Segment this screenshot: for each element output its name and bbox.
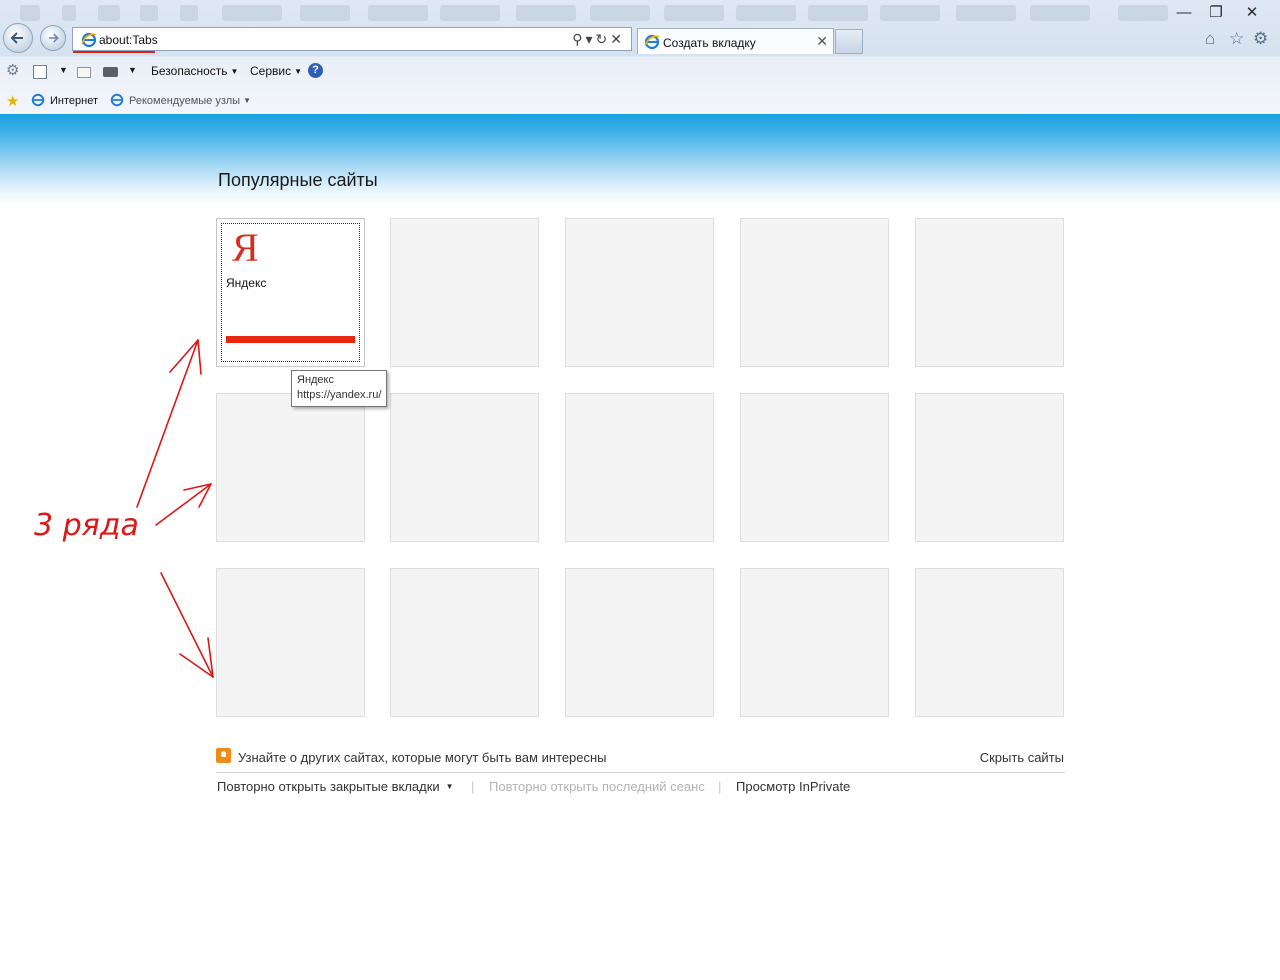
mail-icon[interactable] [77, 67, 91, 78]
back-button[interactable] [3, 23, 33, 53]
service-label: Сервис [250, 64, 292, 78]
inprivate-link[interactable]: Просмотр InPrivate [736, 779, 850, 794]
taskbar-strip [0, 0, 1280, 26]
close-tab-icon[interactable]: ✕ [816, 33, 828, 50]
tab-label: Создать вкладку [663, 36, 756, 50]
empty-tile[interactable] [915, 568, 1064, 717]
discover-bar: Узнайте о других сайтах, которые могут б… [216, 748, 1065, 773]
reopen-tabs-link[interactable]: Повторно открыть закрытые вкладки ▼ [217, 779, 454, 794]
annotation-arrow-middle [155, 483, 212, 526]
new-tab-button[interactable] [835, 29, 863, 54]
ie-link-icon [31, 93, 45, 107]
empty-tile[interactable] [740, 568, 889, 717]
recommended-label: Рекомендуемые узлы [129, 95, 241, 107]
header-gradient [0, 114, 1280, 204]
lightbulb-icon [216, 748, 231, 763]
ie-tab-icon [644, 34, 660, 50]
annotation-arrow-up [136, 339, 199, 508]
back-arrow-icon [10, 32, 23, 44]
help-icon[interactable]: ? [308, 63, 323, 78]
empty-tile[interactable] [390, 393, 539, 542]
yandex-logo: Я [232, 225, 259, 270]
annotation-arrow-down [160, 572, 214, 678]
tooltip-title: Яндекс [297, 374, 334, 386]
settings-gear-icon[interactable]: ⚙ [1253, 29, 1268, 49]
empty-tile[interactable] [740, 393, 889, 542]
address-tools[interactable]: ⚲▾↻✕ [572, 31, 625, 48]
site-tile-yandex[interactable]: Я Яндекс [216, 218, 365, 367]
minimize-button[interactable]: — [1173, 4, 1195, 22]
empty-tile[interactable] [390, 568, 539, 717]
favorites-star-icon[interactable]: ☆ [1229, 29, 1244, 49]
empty-tile[interactable] [565, 568, 714, 717]
security-menu[interactable]: Безопасность ▼ [151, 64, 238, 78]
ie-link-icon [110, 93, 124, 107]
reopen-tabs-label: Повторно открыть закрытые вкладки [217, 779, 440, 794]
site-color-bar [226, 336, 355, 343]
favorites-bar: ★ Интернет Рекомендуемые узлы ▼ [0, 90, 1280, 112]
command-bar: ⚙ ▼ ▼ Безопасность ▼ Сервис ▼ ? [0, 60, 1280, 82]
reopen-session-link: Повторно открыть последний сеанс [489, 779, 705, 794]
address-bar[interactable]: about:Tabs ⚲▾↻✕ [72, 27, 632, 53]
gear-icon[interactable]: ⚙ [6, 61, 21, 79]
annotation-text: 3 ряда [34, 508, 139, 543]
restore-button[interactable]: ❐ [1205, 4, 1227, 22]
empty-tile[interactable] [915, 393, 1064, 542]
tile-tooltip: Яндекс https://yandex.ru/ [291, 370, 388, 407]
rss-feed-icon[interactable] [33, 65, 47, 79]
print-icon[interactable] [103, 67, 118, 77]
empty-tile[interactable] [216, 393, 365, 542]
tooltip-url: https://yandex.ru/ [297, 389, 382, 401]
site-name: Яндекс [226, 276, 267, 290]
rss-dropdown-icon[interactable]: ▼ [59, 65, 74, 80]
favorite-recommended[interactable]: Рекомендуемые узлы ▼ [129, 95, 251, 107]
footer-separator: | [471, 779, 475, 794]
forward-arrow-icon [49, 33, 59, 43]
address-underline [73, 51, 155, 53]
discover-sites-link[interactable]: Узнайте о других сайтах, которые могут б… [238, 750, 607, 765]
tab-new-tab[interactable]: Создать вкладку ✕ [637, 28, 834, 54]
empty-tile[interactable] [390, 218, 539, 367]
footer-separator: | [718, 779, 722, 794]
print-dropdown-icon[interactable]: ▼ [128, 65, 143, 80]
browser-chrome: — ❐ ✕ about:Tabs ⚲▾↻✕ Создать вкладку ✕ … [0, 0, 1280, 114]
favorite-internet[interactable]: Интернет [50, 95, 98, 107]
address-text: about:Tabs [99, 33, 158, 47]
empty-tile[interactable] [565, 218, 714, 367]
service-menu[interactable]: Сервис ▼ [250, 64, 302, 78]
close-window-button[interactable]: ✕ [1241, 4, 1263, 22]
empty-tile[interactable] [915, 218, 1064, 367]
favorites-add-icon[interactable]: ★ [6, 92, 21, 110]
page-title: Популярные сайты [218, 170, 378, 190]
empty-tile[interactable] [565, 393, 714, 542]
hide-sites-link[interactable]: Скрыть сайты [980, 750, 1064, 765]
tile-focus-outline: Я Яндекс [221, 223, 360, 362]
ie-page-icon [81, 32, 97, 48]
security-label: Безопасность [151, 64, 228, 78]
home-icon[interactable]: ⌂ [1205, 29, 1215, 49]
forward-button[interactable] [40, 25, 66, 51]
empty-tile[interactable] [216, 568, 365, 717]
empty-tile[interactable] [740, 218, 889, 367]
